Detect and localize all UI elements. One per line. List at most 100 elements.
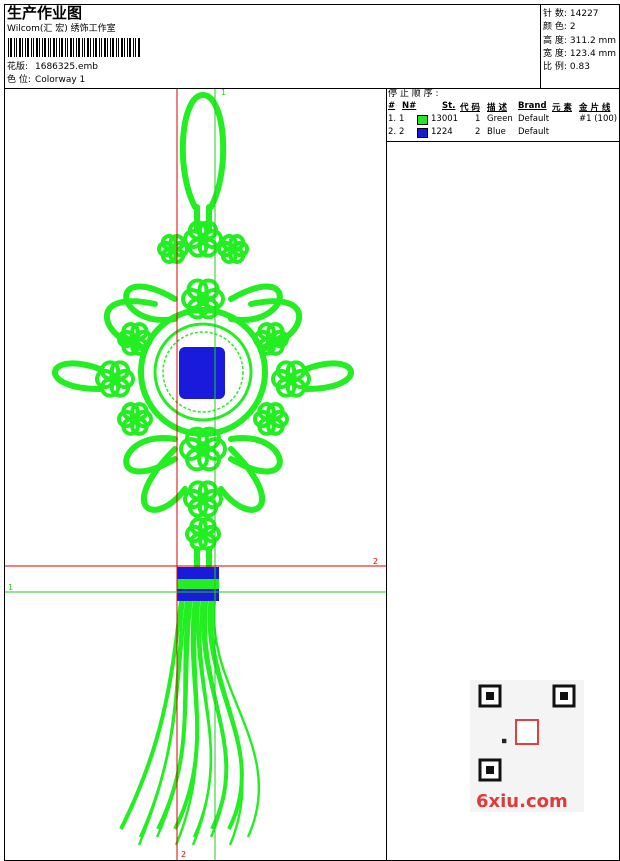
barcode-bar: [70, 38, 72, 57]
barcode: [8, 38, 140, 57]
side-knot-right-upper: [265, 333, 277, 345]
barcode-bar: [82, 38, 83, 57]
tassel-cord: [194, 546, 212, 570]
qr-finder-center: [486, 766, 494, 774]
barcode-bar: [48, 38, 49, 57]
guide-label-left: 1: [8, 583, 13, 592]
cell-n: 1: [399, 114, 405, 124]
tassel-band-mid: [177, 579, 219, 589]
barcode-bar: [87, 38, 89, 57]
barcode-bar: [33, 38, 34, 57]
stat-row: 颜 色: 2: [543, 19, 576, 32]
side-knot-right: [284, 372, 298, 386]
barcode-bar: [112, 38, 114, 57]
design-file: 1686325.emb: [35, 62, 98, 72]
barcode-bar: [22, 38, 23, 57]
barcode-bar: [110, 38, 111, 57]
cell-sequin: #1 (100): [579, 114, 618, 124]
embroidery-design: 1 2 2 1: [5, 89, 386, 860]
barcode-bar: [135, 38, 136, 57]
stat-label: 宽 度:: [543, 48, 567, 59]
barcode-bar: [14, 38, 15, 57]
stat-label: 比 例:: [543, 62, 567, 73]
barcode-bar: [121, 38, 123, 57]
colorway-name: Colorway 1: [35, 75, 86, 85]
barcode-bar: [25, 38, 26, 57]
barcode-bar: [78, 38, 80, 57]
stat-value: 2: [569, 22, 576, 33]
cell-code: 2: [475, 127, 481, 137]
guide-label-bottom: 2: [181, 850, 186, 859]
tassel-band-top: [177, 567, 219, 579]
col-hash: #: [388, 101, 396, 111]
page-title: 生产作业图: [7, 4, 83, 22]
lower-knot-2: [196, 492, 210, 506]
stat-value: 0.83: [569, 62, 590, 73]
tassel-band-bottom: [177, 589, 219, 601]
watermark-stamp: [515, 719, 539, 745]
barcode-bar: [50, 38, 51, 57]
colorway-label: 色 位:: [7, 75, 31, 85]
petal-bottom-right: [218, 446, 266, 513]
barcode-bar: [116, 38, 117, 57]
barcode-bar: [16, 38, 17, 57]
qr-module: [502, 738, 507, 744]
upper-knot: [196, 292, 210, 306]
barcode-bar: [73, 38, 74, 57]
top-knot: [196, 232, 210, 246]
barcode-bar: [53, 38, 55, 57]
barcode-bar: [27, 38, 29, 57]
barcode-bar: [67, 38, 68, 57]
cell-stitches: 1224: [431, 127, 453, 137]
lower-knot: [195, 441, 211, 457]
stat-row: 比 例: 0.83: [543, 59, 590, 72]
barcode-bar: [76, 38, 77, 57]
top-knot-left: [168, 244, 178, 254]
barcode-bar: [56, 38, 57, 57]
stat-value: 123.4 mm: [569, 48, 617, 59]
barcode-bar: [61, 38, 63, 57]
side-knot-left: [108, 372, 122, 386]
color-swatch: [417, 128, 428, 138]
barcode-bar: [104, 38, 106, 57]
cell-stitches: 13001: [431, 114, 459, 124]
barcode-bar: [93, 38, 94, 57]
side-loop-left: [52, 360, 103, 392]
hanging-loop: [179, 91, 227, 210]
col-sequin: 金 片 线: [579, 103, 611, 113]
barcode-bar: [101, 38, 102, 57]
cell-n: 2: [399, 127, 405, 137]
col-brand: Brand: [518, 101, 547, 111]
barcode-bar: [133, 38, 134, 57]
barcode-bar: [129, 38, 131, 57]
stat-label: 针 数:: [543, 9, 567, 19]
stat-value: 311.2 mm: [569, 35, 617, 46]
watermark-site: 6xiu.com: [476, 791, 568, 812]
stat-label: 高 度:: [543, 35, 567, 46]
stat-row: 宽 度: 123.4 mm: [543, 46, 616, 59]
col-st: St.: [442, 101, 456, 111]
barcode-bar: [99, 38, 100, 57]
barcode-bar: [65, 38, 66, 57]
side-knot-left-lower: [129, 413, 141, 425]
col-code: 代 码: [460, 103, 480, 113]
cell-idx: 2.: [388, 127, 397, 137]
stat-value: 14227: [569, 9, 599, 19]
barcode-bar: [39, 38, 40, 57]
barcode-bar: [19, 38, 21, 57]
qr-finder-center: [560, 692, 568, 700]
stat-row: 针 数: 14227: [543, 6, 599, 19]
barcode-bar: [44, 38, 46, 57]
cell-idx: 1.: [388, 114, 397, 124]
col-desc: 描 述: [487, 103, 507, 113]
barcode-bar: [107, 38, 108, 57]
barcode-bar: [95, 38, 97, 57]
barcode-bar: [59, 38, 60, 57]
barcode-bar: [42, 38, 43, 57]
barcode-bar: [31, 38, 32, 57]
barcode-bar: [127, 38, 128, 57]
cell-desc: Green: [487, 114, 513, 124]
color-swatch: [417, 115, 428, 125]
top-knot-right: [228, 244, 238, 254]
barcode-bar: [10, 38, 12, 57]
